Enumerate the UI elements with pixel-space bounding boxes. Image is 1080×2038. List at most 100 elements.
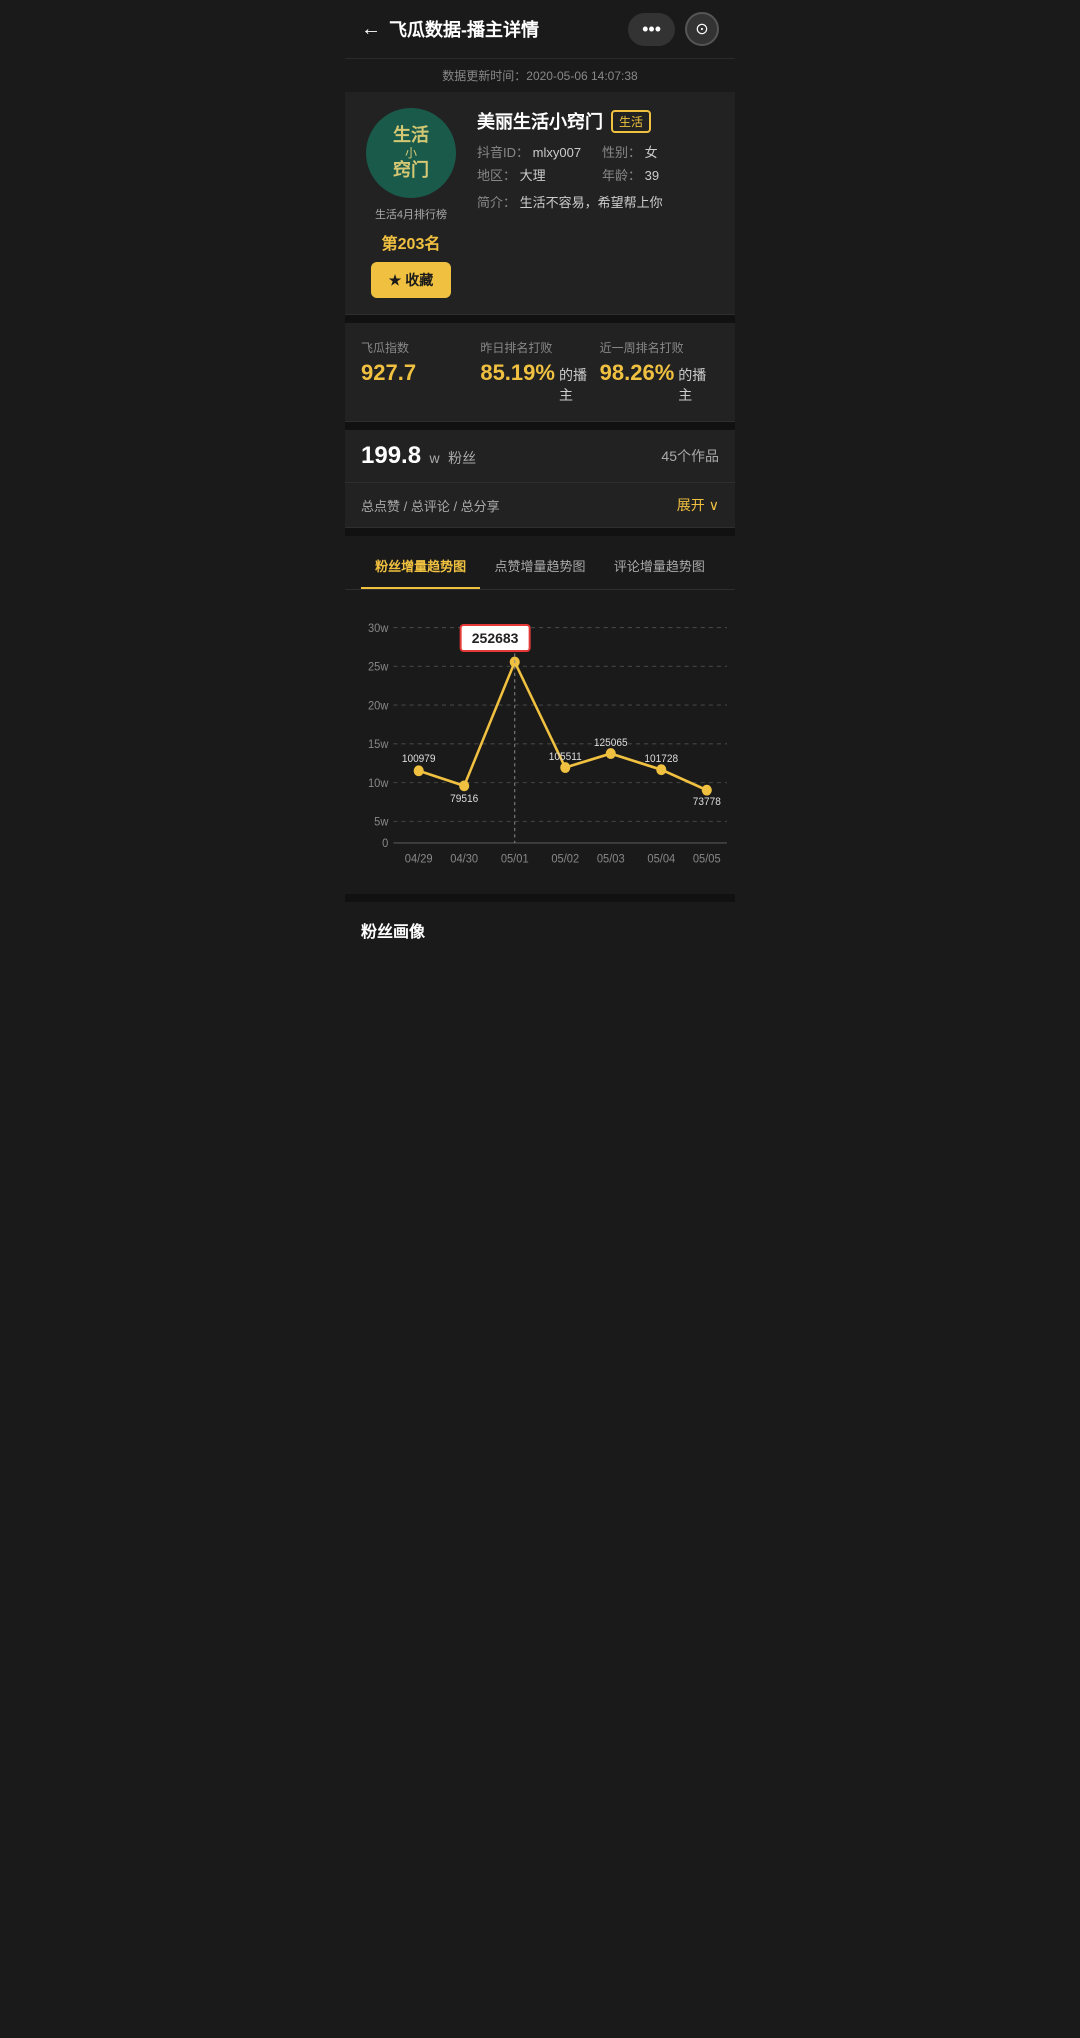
page-title: 飞瓜数据-播主详情: [389, 16, 539, 42]
svg-text:10w: 10w: [368, 778, 389, 790]
data-point-6: [702, 785, 712, 796]
bio-label: 简介：: [477, 195, 516, 210]
divider-3: [345, 528, 735, 536]
fans-count-group: 199.8 w 粉丝: [361, 442, 476, 470]
tab-likes-trend[interactable]: 点赞增量趋势图: [480, 544, 599, 589]
svg-text:20w: 20w: [368, 700, 389, 712]
chart-tooltip: 252683: [460, 624, 531, 652]
avatar-text-line1: 生活: [393, 124, 429, 147]
fans-label: 粉丝: [448, 450, 476, 466]
week-label: 近一周排名打败: [600, 339, 719, 356]
back-icon[interactable]: ←: [361, 18, 381, 41]
chart-area: 252683 30w 25w 20w 15w 10w 5w 0: [345, 590, 735, 894]
avatar: 生活 小 窍门: [366, 108, 456, 198]
works-count: 45个作品: [661, 446, 719, 466]
svg-text:05/05: 05/05: [693, 853, 721, 865]
svg-text:04/30: 04/30: [450, 853, 478, 865]
divider-1: [345, 315, 735, 323]
tab-comments-trend[interactable]: 评论增量趋势图: [600, 544, 719, 589]
svg-text:15w: 15w: [368, 739, 389, 751]
yesterday-stat: 昨日排名打败 85.19% 的播主: [480, 339, 599, 405]
profile-meta: 抖音ID： mlxy007 性别： 女 地区： 大理 年龄： 39: [477, 142, 719, 184]
data-point-1: [459, 780, 469, 791]
svg-text:04/29: 04/29: [405, 853, 433, 865]
yesterday-label: 昨日排名打败: [480, 339, 599, 356]
expand-label: 总点赞 / 总评论 / 总分享: [361, 496, 500, 515]
gender-value: 女: [645, 145, 658, 160]
douyin-id-label: 抖音ID：: [477, 145, 529, 160]
chart-container: 252683 30w 25w 20w 15w 10w 5w 0: [353, 606, 727, 886]
douyin-id-value: mlxy007: [533, 145, 581, 160]
expand-button[interactable]: 展开 ∨: [677, 495, 719, 515]
svg-text:125065: 125065: [594, 738, 628, 749]
fans-count: 199.8: [361, 442, 421, 469]
profile-section: 生活 小 窍门 生活4月排行榜 第203名 ★ 收藏 美丽生活小窍门 生活 抖音…: [345, 92, 735, 315]
header: ← 飞瓜数据-播主详情 ••• ⊙: [345, 0, 735, 59]
age-value: 39: [645, 168, 659, 183]
svg-text:05/04: 05/04: [647, 853, 675, 865]
divider-2: [345, 422, 735, 430]
svg-text:05/01: 05/01: [501, 853, 529, 865]
rank-value: 第203名: [382, 230, 441, 254]
avatar-column: 生活 小 窍门 生活4月排行榜 第203名 ★ 收藏: [361, 108, 461, 298]
data-point-5: [656, 764, 666, 775]
svg-text:30w: 30w: [368, 623, 389, 635]
line-chart: 30w 25w 20w 15w 10w 5w 0 100979 79516 10…: [353, 606, 727, 886]
avatar-text-line3: 窍门: [393, 159, 429, 182]
rank-label: 生活4月排行榜: [375, 206, 447, 222]
svg-text:25w: 25w: [368, 661, 389, 673]
fans-row: 199.8 w 粉丝 45个作品: [345, 430, 735, 483]
expand-row: 总点赞 / 总评论 / 总分享 展开 ∨: [345, 483, 735, 528]
favorite-label: 收藏: [405, 270, 433, 290]
header-right: ••• ⊙: [628, 12, 719, 46]
region-label: 地区：: [477, 168, 516, 183]
douyin-id-item: 抖音ID： mlxy007: [477, 142, 594, 161]
profile-tag: 生活: [611, 110, 651, 133]
update-time: 数据更新时间：2020-05-06 14:07:38: [345, 59, 735, 92]
svg-text:73778: 73778: [693, 797, 721, 808]
profile-name: 美丽生活小窍门: [477, 108, 603, 134]
svg-text:5w: 5w: [374, 816, 389, 828]
fans-portrait-section: 粉丝画像: [345, 902, 735, 958]
svg-text:105511: 105511: [549, 752, 582, 763]
svg-text:05/03: 05/03: [597, 853, 625, 865]
week-value: 98.26%: [600, 360, 675, 386]
fans-unit: w: [430, 450, 440, 466]
header-left: ← 飞瓜数据-播主详情: [361, 16, 539, 42]
chevron-down-icon: ∨: [709, 497, 719, 514]
svg-text:0: 0: [382, 838, 388, 850]
age-item: 年龄： 39: [602, 165, 719, 184]
week-stat: 近一周排名打败 98.26% 的播主: [600, 339, 719, 405]
svg-text:101728: 101728: [644, 754, 678, 765]
svg-text:100979: 100979: [402, 754, 436, 765]
data-point-4: [606, 748, 616, 759]
profile-name-row: 美丽生活小窍门 生活: [477, 108, 719, 134]
avatar-text-line2: 小: [393, 147, 429, 159]
region-item: 地区： 大理: [477, 165, 594, 184]
data-point-3: [560, 762, 570, 773]
yesterday-suffix: 的播主: [559, 365, 600, 405]
svg-text:05/02: 05/02: [551, 853, 579, 865]
divider-4: [345, 894, 735, 902]
week-suffix: 的播主: [678, 365, 719, 405]
feigua-stat: 飞瓜指数 927.7: [361, 339, 480, 405]
gender-label: 性别：: [602, 145, 641, 160]
age-label: 年龄：: [602, 168, 641, 183]
star-icon: ★: [389, 272, 402, 289]
yesterday-value: 85.19%: [480, 360, 555, 386]
stats-row: 飞瓜指数 927.7 昨日排名打败 85.19% 的播主 近一周排名打败 98.…: [345, 323, 735, 422]
gender-item: 性别： 女: [602, 142, 719, 161]
feigua-label: 飞瓜指数: [361, 339, 480, 356]
svg-text:79516: 79516: [450, 794, 478, 805]
expand-btn-label: 展开: [677, 495, 705, 515]
bio-value: 生活不容易，希望帮上你: [520, 195, 663, 210]
more-button[interactable]: •••: [628, 13, 675, 46]
profile-bio: 简介： 生活不容易，希望帮上你: [477, 192, 719, 211]
record-button[interactable]: ⊙: [685, 12, 719, 46]
favorite-button[interactable]: ★ 收藏: [371, 262, 452, 298]
feigua-value: 927.7: [361, 360, 480, 386]
chart-tabs: 粉丝增量趋势图 点赞增量趋势图 评论增量趋势图: [345, 544, 735, 590]
fans-portrait-title: 粉丝画像: [361, 918, 719, 942]
profile-info: 美丽生活小窍门 生活 抖音ID： mlxy007 性别： 女 地区： 大理 年龄…: [477, 108, 719, 298]
tab-fans-trend[interactable]: 粉丝增量趋势图: [361, 544, 480, 589]
